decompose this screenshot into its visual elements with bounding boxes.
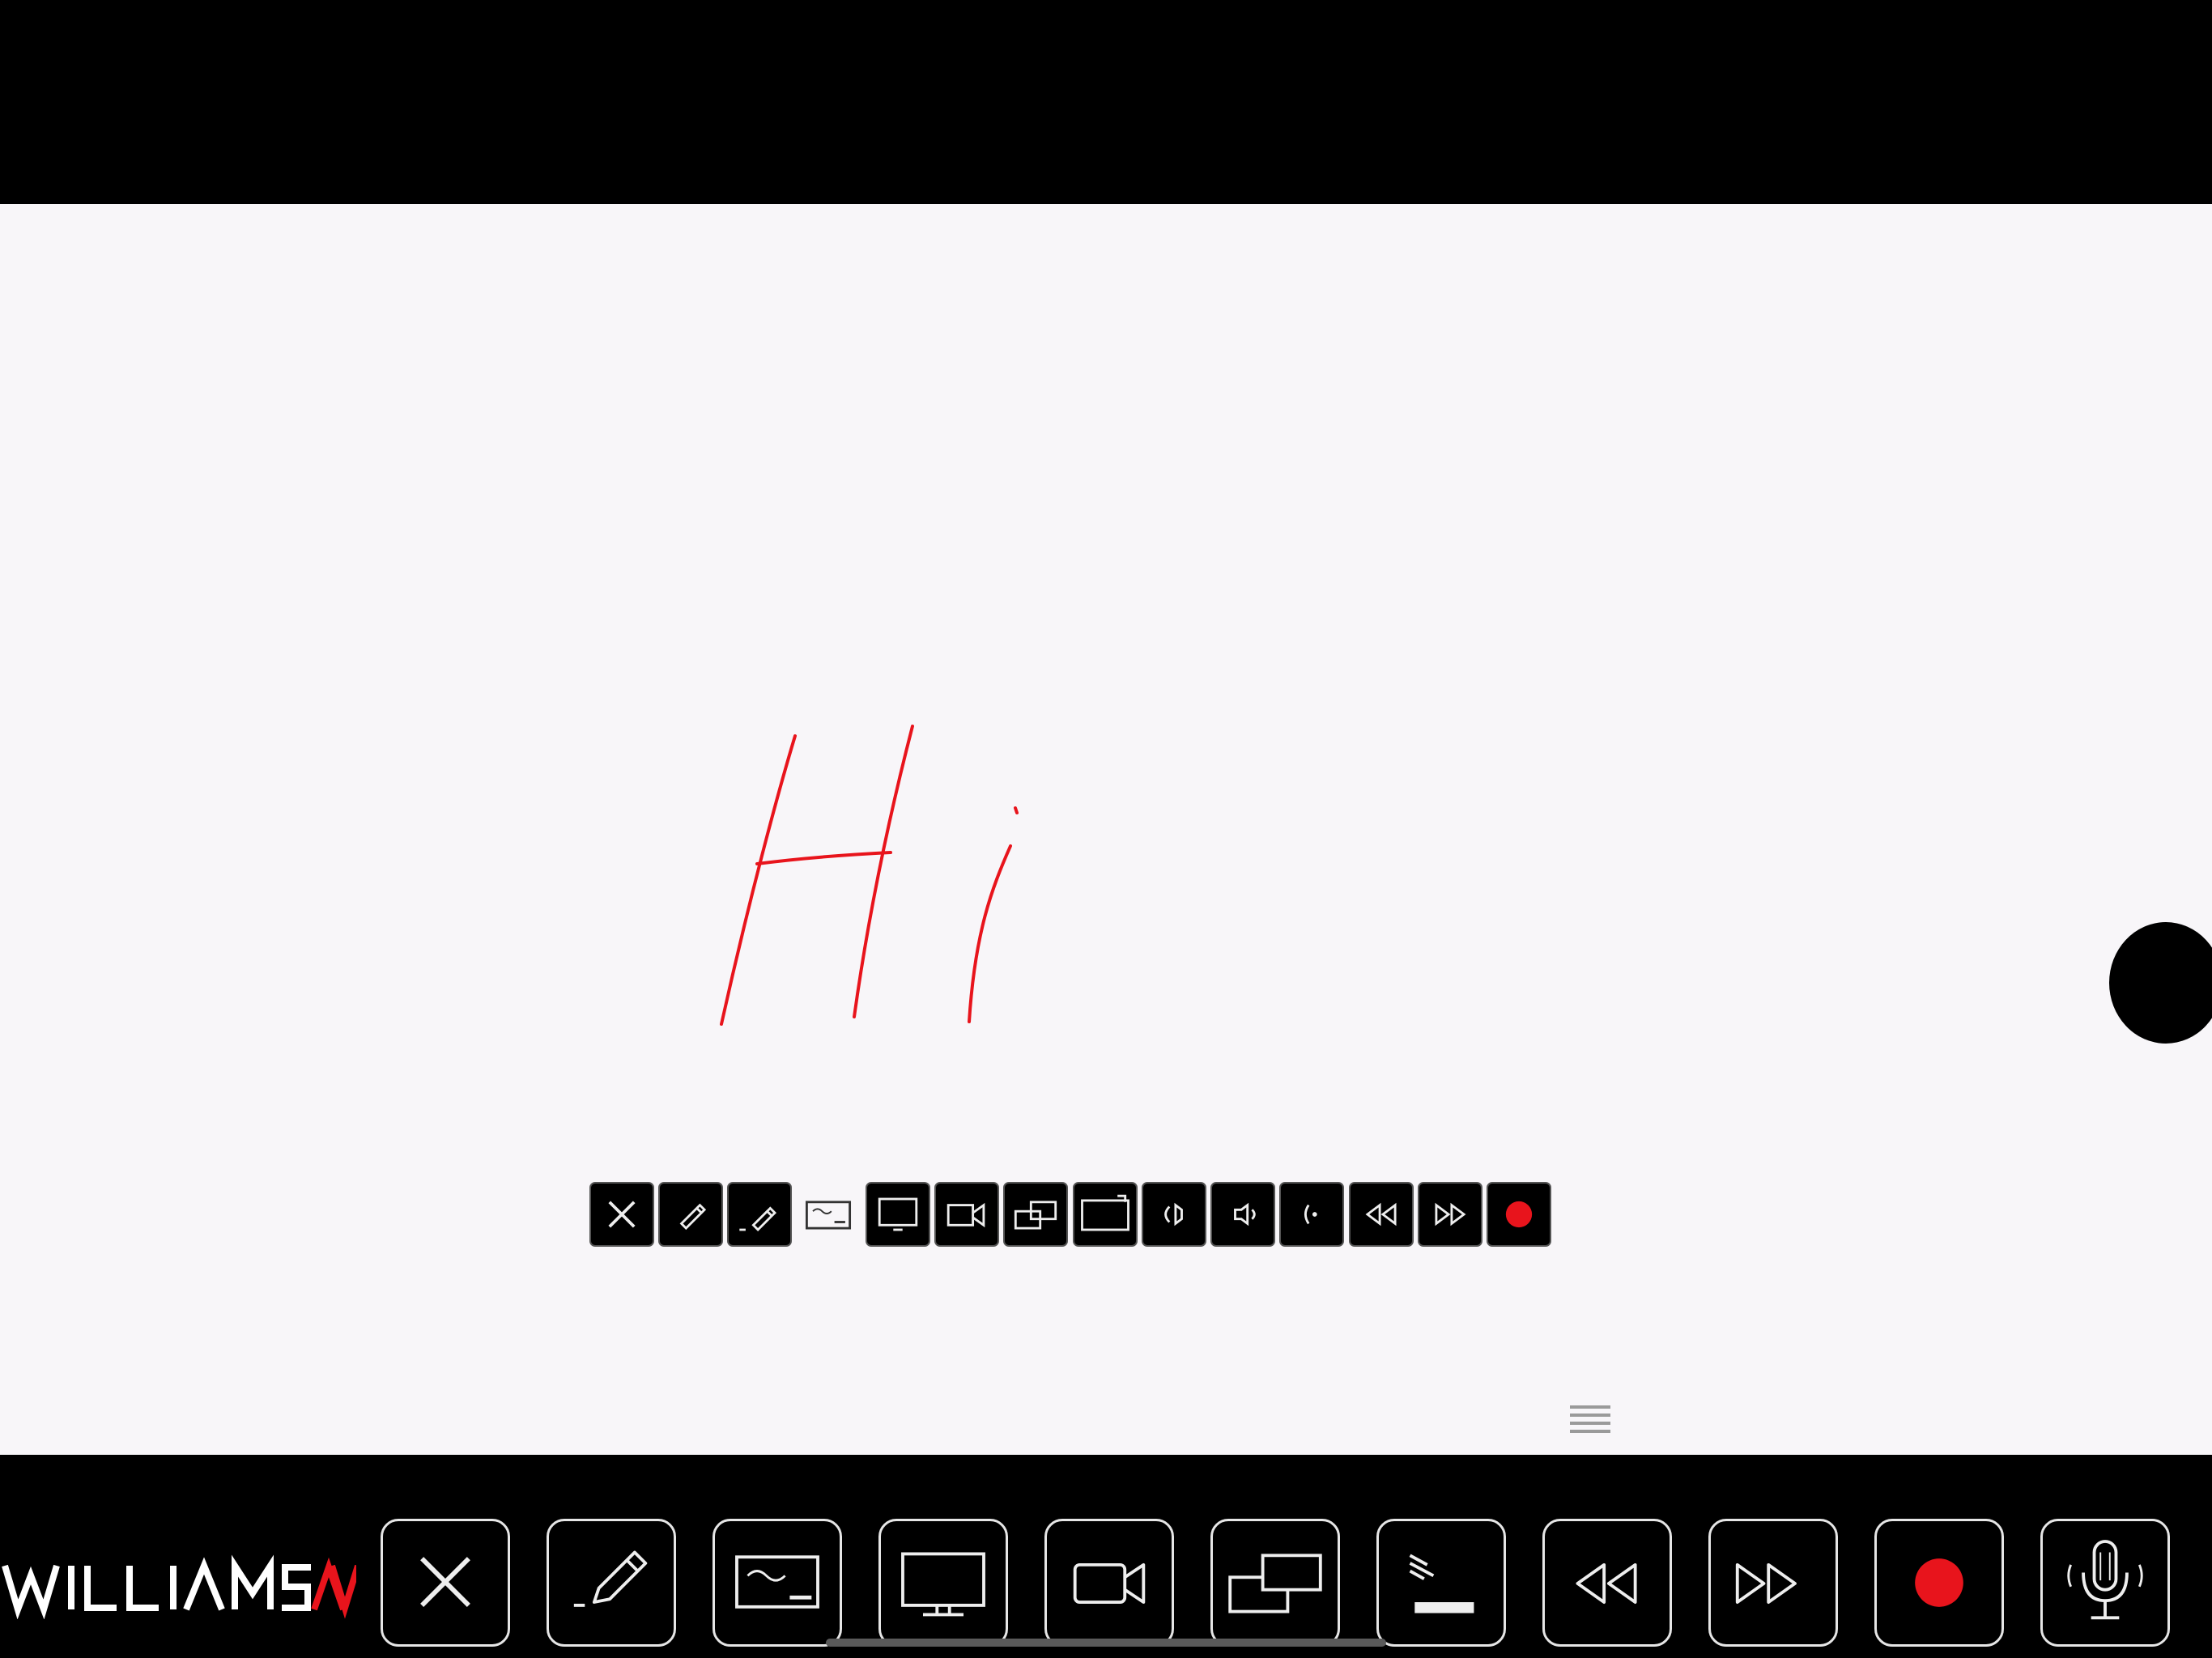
ink-stroke-i bbox=[968, 844, 1012, 1023]
dual-screen-icon bbox=[1014, 1201, 1057, 1230]
presentation-icon bbox=[1409, 1554, 1474, 1613]
monitor-icon bbox=[901, 1552, 985, 1617]
pen-icon bbox=[679, 1203, 707, 1231]
home-indicator[interactable] bbox=[826, 1639, 1386, 1647]
screen-share-icon bbox=[1081, 1194, 1129, 1231]
ink-stroke-h-left bbox=[720, 734, 797, 1026]
mini-record-button[interactable] bbox=[1487, 1182, 1551, 1247]
whiteboard-icon bbox=[805, 1201, 852, 1230]
close-icon bbox=[608, 1201, 636, 1228]
whiteboard-button[interactable] bbox=[713, 1519, 842, 1647]
rewind-icon bbox=[1365, 1202, 1397, 1226]
dual-screen-button[interactable] bbox=[1210, 1519, 1340, 1647]
record-icon bbox=[1505, 1201, 1533, 1228]
mini-dual-screen-button[interactable] bbox=[1003, 1182, 1068, 1247]
laser-pen-icon bbox=[739, 1206, 777, 1232]
mini-pen-button[interactable] bbox=[658, 1182, 723, 1247]
pen-icon bbox=[573, 1550, 648, 1607]
rewind-button[interactable] bbox=[1542, 1519, 1672, 1647]
whiteboard-icon bbox=[735, 1555, 819, 1609]
speaker-right-icon bbox=[1234, 1202, 1256, 1226]
fast-forward-icon bbox=[1435, 1202, 1466, 1226]
mini-camera-button[interactable] bbox=[934, 1182, 999, 1247]
rewind-icon bbox=[1576, 1562, 1637, 1604]
record-button[interactable] bbox=[1874, 1519, 2004, 1647]
whiteboard-canvas[interactable] bbox=[0, 204, 2212, 1455]
dot-icon bbox=[1304, 1204, 1317, 1225]
mini-screen-share-button[interactable] bbox=[1073, 1182, 1138, 1247]
fast-forward-button[interactable] bbox=[1708, 1519, 1838, 1647]
camera-button[interactable] bbox=[1044, 1519, 1174, 1647]
mini-dot-button[interactable] bbox=[1279, 1182, 1344, 1247]
mini-fast-forward-button[interactable] bbox=[1418, 1182, 1482, 1247]
pen-button[interactable] bbox=[547, 1519, 676, 1647]
ink-stroke-i-dot bbox=[1014, 806, 1019, 814]
dual-screen-icon bbox=[1228, 1554, 1322, 1613]
mini-whiteboard-button[interactable] bbox=[796, 1182, 861, 1247]
microphone-icon bbox=[2067, 1540, 2143, 1620]
hamburger-icon bbox=[1570, 1405, 1610, 1433]
mini-speaker-left-button[interactable] bbox=[1142, 1182, 1206, 1247]
mini-menu-button[interactable] bbox=[1567, 1399, 1614, 1443]
top-status-area bbox=[0, 0, 2212, 204]
close-button[interactable] bbox=[381, 1519, 510, 1647]
fast-forward-icon bbox=[1735, 1562, 1797, 1604]
mini-close-button[interactable] bbox=[589, 1182, 654, 1247]
close-icon bbox=[420, 1557, 470, 1607]
monitor-icon bbox=[878, 1197, 918, 1231]
handwriting-strokes bbox=[720, 725, 1019, 1026]
speaker-left-icon bbox=[1164, 1202, 1183, 1226]
ink-stroke-h-bar bbox=[755, 851, 892, 865]
mini-speaker-right-button[interactable] bbox=[1210, 1182, 1275, 1247]
monitor-button[interactable] bbox=[878, 1519, 1008, 1647]
floating-action-button[interactable] bbox=[2109, 922, 2212, 1044]
record-icon bbox=[1915, 1558, 1963, 1607]
williams-av-logo bbox=[2, 1554, 356, 1619]
camera-icon bbox=[946, 1202, 985, 1228]
mini-laser-pen-button[interactable] bbox=[727, 1182, 792, 1247]
mini-monitor-button[interactable] bbox=[866, 1182, 930, 1247]
ink-stroke-h-right bbox=[853, 725, 914, 1018]
camera-icon bbox=[1073, 1562, 1146, 1604]
presentation-button[interactable] bbox=[1376, 1519, 1506, 1647]
mini-rewind-button[interactable] bbox=[1349, 1182, 1414, 1247]
microphone-button[interactable] bbox=[2040, 1519, 2170, 1647]
